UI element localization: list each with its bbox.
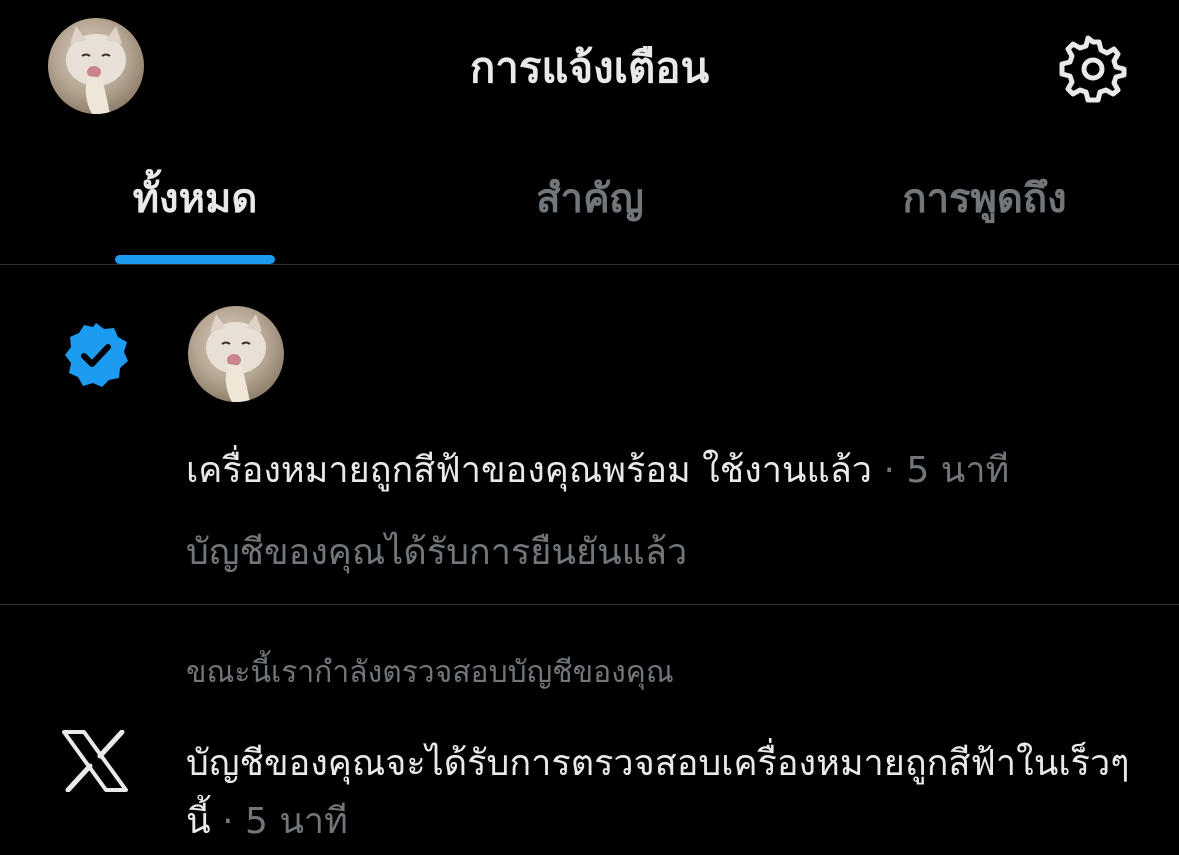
tab-mentions[interactable]: การพูดถึง: [790, 140, 1179, 264]
verified-badge-icon: [65, 323, 128, 387]
cat-avatar-image: [206, 314, 266, 402]
notification-item[interactable]: เครื่องหมายถูกสีฟ้าของคุณพร้อม ใช้งานแล้…: [0, 265, 1179, 605]
x-logo-icon: [62, 730, 128, 792]
notification-subtitle: บัญชีของคุณได้รับการยืนยันแล้ว: [186, 532, 688, 573]
gear-icon: [1059, 35, 1127, 103]
tab-all[interactable]: ทั้งหมด: [0, 140, 390, 264]
settings-button[interactable]: [1058, 34, 1128, 104]
time-separator: ·: [883, 450, 895, 491]
notification-title-text: เครื่องหมายถูกสีฟ้าของคุณพร้อม ใช้งานแล้…: [186, 450, 873, 491]
time-separator: ·: [222, 801, 234, 842]
page-title: การแจ้งเตือน: [469, 43, 710, 92]
notification-body: บัญชีของคุณจะได้รับการตรวจสอบเครื่องหมาย…: [186, 735, 1136, 851]
tab-mentions-label: การพูดถึง: [902, 176, 1067, 222]
notification-time: 5 นาที: [906, 450, 1010, 491]
tab-verified[interactable]: สำคัญ: [390, 140, 790, 264]
sender-avatar[interactable]: [188, 306, 284, 402]
top-app-bar: การแจ้งเตือน: [0, 0, 1179, 140]
notification-title: เครื่องหมายถูกสีฟ้าของคุณพร้อม ใช้งานแล้…: [186, 443, 1146, 499]
notification-time: 5 นาที: [244, 801, 348, 842]
notification-context: ขณะนี้เรากำลังตรวจสอบบัญชีของคุณ: [186, 655, 674, 690]
notification-item[interactable]: ขณะนี้เรากำลังตรวจสอบบัญชีของคุณ บัญชีขอ…: [0, 605, 1179, 855]
active-tab-indicator: [115, 255, 275, 264]
notification-tabs: ทั้งหมด สำคัญ การพูดถึง: [0, 140, 1179, 265]
tab-verified-label: สำคัญ: [536, 176, 644, 222]
tab-all-label: ทั้งหมด: [132, 176, 258, 222]
